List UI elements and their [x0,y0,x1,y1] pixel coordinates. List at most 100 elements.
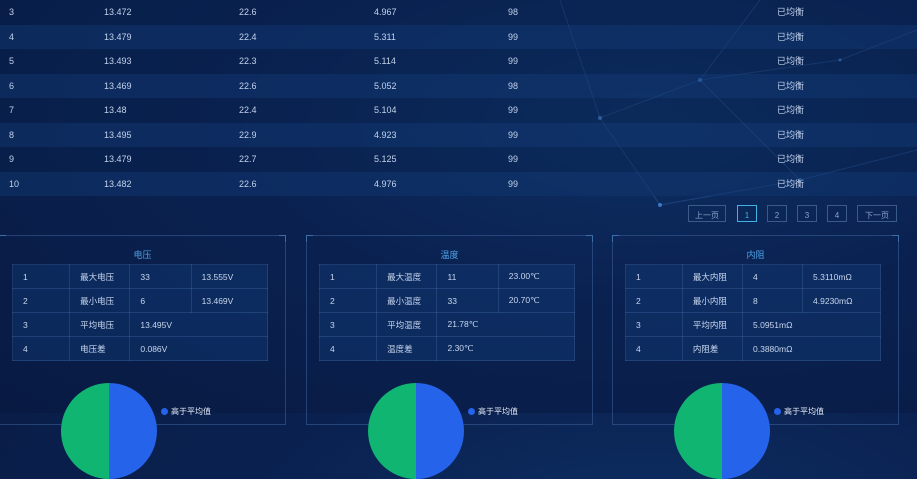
table-cell: 22.6 [239,7,257,17]
page-4-button[interactable]: 4 [827,205,847,222]
pie-slice-below [674,383,722,479]
stats-cell: 6 [129,288,192,313]
table-cell: 22.9 [239,129,257,140]
table-cell: 13.493 [104,56,132,66]
stats-cell: 最大内阻 [681,264,744,289]
legend-label: 高于平均值 [784,407,824,416]
table-cell: 13.48 [104,105,127,115]
stats-cell: 4 [11,336,71,361]
pie-legend: 高于平均值 [468,406,518,417]
table-cell: 22.6 [239,80,257,91]
stats-cell: 33 [129,264,192,289]
table-cell: 13.495 [104,129,132,140]
stats-row: 4 电压差 0.086V [11,336,268,361]
table-cell: 4 [9,31,15,42]
table-cell: 99 [508,178,519,189]
battery-cell-table: 3 13.472 22.6 4.967 98 已均衡 4 13.479 22.4 5.311 99 已… [0,0,917,196]
table-row: 9 13.479 22.7 5.125 99 已均衡 [0,147,917,172]
panel-title: 温度 [440,250,459,260]
table-row: 4 13.479 22.4 5.311 99 已均衡 [0,24,917,49]
page-1-button[interactable]: 1 [737,205,757,222]
resistance-panel: 内阻 1 最大内阻 4 5.3110mΩ 2 最小内阻 8 4.9230mΩ 3 平均内阻 5.095… [612,235,899,479]
stats-cell: 3 [625,312,683,337]
legend-label: 高于平均值 [171,407,211,416]
stats-cell: 4 [742,264,804,289]
table-cell: 已均衡 [777,154,805,164]
table-cell: 4.923 [374,129,397,140]
prev-page-button[interactable]: 上一页 [688,205,726,222]
table-cell: 5.114 [374,56,396,66]
stats-cell: 最小电压 [69,288,131,313]
table-cell: 已均衡 [777,7,805,17]
pie-slice-above [416,383,464,479]
table-cell: 13.479 [104,31,132,42]
stats-cell: 温度差 [376,336,438,361]
stats-cell: 21.78℃ [436,312,575,337]
table-cell: 已均衡 [777,105,805,115]
table-cell: 10 [9,178,20,189]
stats-row: 1 最大电压 33 13.555V [11,264,269,289]
table-cell: 5.311 [374,31,396,42]
table-cell: 9 [9,154,15,164]
stats-cell: 2 [318,288,378,313]
voltage-panel: 电压 1 最大电压 33 13.555V 2 最小电压 6 13.469V 3 平均电压 13.495… [0,235,286,479]
stats-cell: 13.495V [129,312,268,337]
table-row: 8 13.495 22.9 4.923 99 已均衡 [0,122,917,147]
stats-cell: 3 [318,312,378,337]
stats-row: 2 最小温度 33 20.70℃ [318,288,576,313]
stats-cell: 1 [625,264,683,289]
stats-cell: 2 [11,288,71,313]
stats-cell: 4 [625,336,683,361]
table-cell: 13.479 [104,154,132,164]
panel-title: 内阻 [746,250,765,260]
page-2-button[interactable]: 2 [767,205,787,222]
panel-corner [892,235,899,242]
table-cell: 7 [9,105,15,115]
table-row: 3 13.472 22.6 4.967 98 已均衡 [0,0,917,25]
panel-corner [586,235,593,242]
pie-slice-below [61,383,109,479]
stats-row: 3 平均温度 21.78℃ [318,312,575,337]
table-cell: 5 [9,56,15,66]
pagination: 上一页 1 2 3 4 下一页 [0,205,917,223]
stats-row: 1 最大温度 11 23.00℃ [318,264,576,289]
panel-corner [279,235,286,242]
temperature-panel: 温度 1 最大温度 11 23.00℃ 2 最小温度 33 20.70℃ 3 平均温度 21.78℃ 4… [306,235,593,479]
stats-cell: 2 [625,288,683,313]
stats-cell: 3 [11,312,71,337]
table-cell: 99 [508,129,519,140]
stats-table: 1 最大内阻 4 5.3110mΩ 2 最小内阻 8 4.9230mΩ 3 平均内阻 5.0951m… [625,264,881,361]
pie-slice-above [722,383,770,479]
table-cell: 已均衡 [777,80,805,91]
table-cell: 22.4 [239,105,257,115]
table-cell: 8 [9,129,15,140]
stats-cell: 13.555V [190,264,269,289]
table-row: 10 13.482 22.6 4.976 99 已均衡 [0,171,917,196]
stats-cell: 23.00℃ [497,264,576,289]
stats-cell: 平均温度 [376,312,438,337]
stats-row: 3 平均电压 13.495V [11,312,268,337]
stats-cell: 0.086V [129,336,268,361]
stats-cell: 5.3110mΩ [802,264,881,289]
page-3-button[interactable]: 3 [797,205,817,222]
stats-table: 1 最大温度 11 23.00℃ 2 最小温度 33 20.70℃ 3 平均温度 21.78℃ 4 温度… [318,264,576,361]
stats-cell: 11 [436,264,499,289]
table-cell: 98 [508,80,519,91]
table-cell: 4.976 [374,178,397,189]
table-cell: 3 [9,7,15,17]
stats-row: 3 平均内阻 5.0951mΩ [625,312,881,337]
legend-dot-icon [161,408,168,416]
stats-cell: 0.3880mΩ [742,336,881,361]
stats-table: 1 最大电压 33 13.555V 2 最小电压 6 13.469V 3 平均电压 13.495V 4… [11,264,269,361]
table-cell: 99 [508,105,519,115]
next-page-button[interactable]: 下一页 [857,205,897,222]
comparison-pie-chart [368,383,464,479]
stats-row: 4 内阻差 0.3880mΩ [625,336,881,361]
table-row: 6 13.469 22.6 5.052 98 已均衡 [0,73,917,98]
legend-label: 高于平均值 [478,407,518,416]
stats-cell: 8 [742,288,804,313]
stats-cell: 最小内阻 [681,288,744,313]
panel-title: 电压 [133,250,152,260]
legend-dot-icon [774,408,781,416]
stats-cell: 1 [11,264,71,289]
